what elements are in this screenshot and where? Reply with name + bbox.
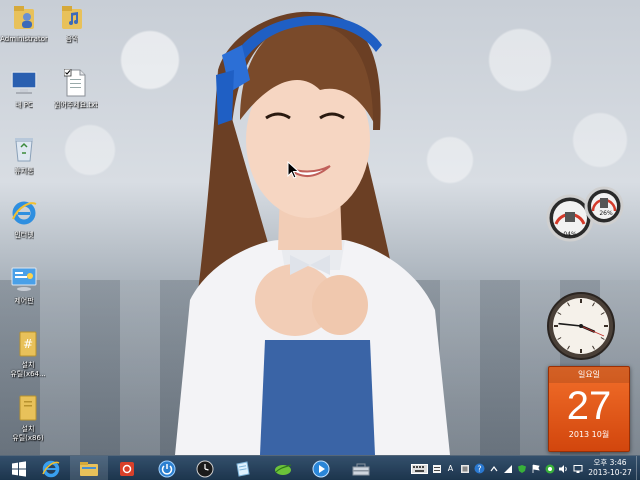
folder-icon: # — [13, 328, 43, 358]
user-folder-icon — [9, 2, 39, 32]
folder-icon — [80, 461, 98, 476]
recycle-bin-icon — [9, 134, 39, 164]
green-leaf-icon — [275, 463, 292, 475]
taskbar-internet-explorer[interactable] — [32, 456, 70, 480]
control-panel-icon — [9, 264, 39, 294]
taskbar-power[interactable] — [148, 456, 186, 480]
music-folder-icon — [57, 2, 87, 32]
ime-settings-icon[interactable] — [459, 463, 470, 474]
cpu-percent-label: 04% — [563, 231, 577, 238]
help-icon[interactable]: ? — [473, 463, 485, 474]
notepad-icon — [236, 460, 250, 477]
taskbar-media-player[interactable] — [302, 456, 340, 480]
power-icon — [158, 460, 176, 477]
record-app-icon — [120, 461, 134, 476]
volume-icon[interactable] — [558, 463, 569, 474]
taskbar-clock[interactable]: 오후 3:46 2013-10-27 — [584, 458, 636, 478]
cpu-meter-gadget[interactable]: 04% 26% — [544, 184, 628, 244]
computer-icon — [9, 68, 39, 98]
security-shield-icon[interactable] — [516, 463, 527, 474]
desktop-icon-setup-x86[interactable]: 설치 유틸(x86) — [0, 392, 56, 450]
desktop-icon-control-panel[interactable]: 제어판 — [0, 264, 48, 322]
desktop-icon-internet[interactable]: 인터넷 — [0, 198, 48, 256]
taskbar-red-app[interactable] — [108, 456, 146, 480]
messenger-icon[interactable] — [544, 463, 555, 474]
action-center-flag-icon[interactable] — [530, 463, 541, 474]
desktop-icon-label: 읽어주세요.txt — [53, 101, 99, 109]
windows-logo-icon — [12, 460, 26, 477]
ime-mode-indicator[interactable]: A — [445, 463, 456, 474]
text-document-icon — [61, 68, 91, 98]
media-player-icon — [312, 460, 330, 477]
desktop-icon-label: Administrator — [0, 35, 48, 43]
taskbar-green-app[interactable] — [264, 456, 302, 480]
taskbar-file-explorer[interactable] — [70, 456, 108, 480]
calendar-weekday: 일요일 — [549, 367, 629, 383]
network-icon[interactable] — [502, 463, 513, 474]
help-icon-glyph: ? — [477, 464, 481, 473]
taskbar-toolbox[interactable] — [342, 456, 380, 480]
display-icon[interactable] — [572, 463, 583, 474]
desktop-icon-music[interactable]: 음악 — [48, 2, 96, 60]
desktop-icon-my-pc[interactable]: 내 PC — [0, 68, 48, 126]
svg-text:#: # — [23, 337, 33, 351]
taskbar-time: 오후 3:46 — [593, 458, 627, 467]
mouse-cursor-icon — [287, 161, 300, 179]
show-desktop-button[interactable] — [636, 456, 640, 480]
taskbar-notepad[interactable] — [224, 456, 262, 480]
calendar-year-month: 2013 10월 — [568, 430, 610, 439]
ime-dictionary-icon[interactable] — [431, 463, 442, 474]
desktop-icon-recycle-bin[interactable]: 휴지통 — [0, 134, 48, 192]
taskbar-clock-app[interactable] — [186, 456, 224, 480]
wallpaper-woman-image — [175, 11, 450, 455]
desktop-icon-label: 내 PC — [15, 101, 33, 109]
system-tray: A ? — [410, 456, 586, 480]
desktop-icon-text-file[interactable]: 읽어주세요.txt — [48, 68, 104, 126]
desktop-icon-setup-x64[interactable]: # 설치 유틸(x64... — [0, 328, 56, 386]
desktop-icon-label: 인터넷 — [14, 231, 34, 239]
keyboard-icon[interactable] — [410, 463, 428, 474]
desktop-icon-label: 설치 유틸(x86) — [12, 425, 44, 442]
desktop-icon-label: 음악 — [65, 35, 79, 43]
internet-explorer-icon — [9, 198, 39, 228]
memory-percent-label: 26% — [599, 210, 613, 217]
desktop-icon-label: 설치 유틸(x64... — [10, 361, 46, 378]
internet-explorer-icon — [42, 460, 60, 477]
desktop-icon-label: 휴지통 — [14, 167, 34, 175]
analog-clock-gadget[interactable] — [546, 290, 616, 362]
taskbar: A ? 오후 3:46 2013-10-27 — [0, 455, 640, 480]
calendar-gadget[interactable]: 일요일 27 2013 10월 — [548, 366, 630, 452]
toolbox-icon — [352, 463, 370, 475]
tray-arrow-up-icon[interactable] — [488, 463, 499, 474]
desktop-icon-administrator[interactable]: Administrator — [0, 2, 48, 60]
folder-icon — [13, 392, 43, 422]
taskbar-date: 2013-10-27 — [588, 468, 632, 477]
desktop-icon-label: 제어판 — [14, 297, 34, 305]
calendar-day: 27 — [566, 384, 612, 428]
clock-icon — [196, 460, 214, 477]
